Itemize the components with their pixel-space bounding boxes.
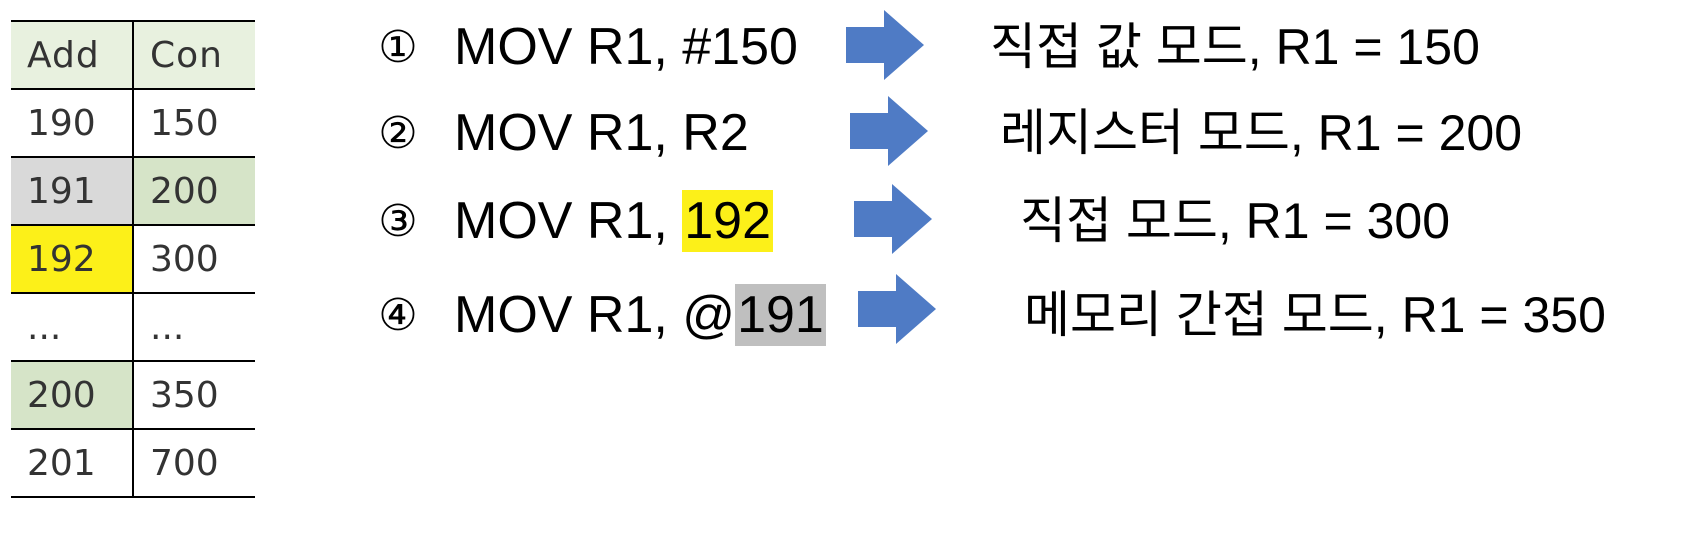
table-row: 200 350 — [11, 360, 255, 430]
content-cell: 300 — [133, 224, 255, 294]
address-cell: 200 — [11, 360, 134, 430]
instruction-result: 직접 값 모드, R1 = 150 — [990, 19, 1480, 75]
instruction-opcode: MOV R1, — [454, 192, 683, 250]
address-cell: 192 — [11, 224, 134, 294]
instruction-result: 레지스터 모드, R1 = 200 — [1000, 105, 1522, 161]
content-cell: 700 — [133, 428, 255, 498]
arrow-right-icon — [846, 10, 924, 80]
address-cell: ... — [11, 292, 134, 362]
instruction-opcode: MOV R1, — [454, 18, 683, 76]
instruction-code: MOV R1, R2 — [454, 100, 749, 166]
instruction-opcode: MOV R1, — [454, 104, 683, 162]
instruction-row-3: ③ MOV R1, 192 직접 모드, R1 = 300 — [372, 182, 1672, 262]
instruction-row-2: ② MOV R1, R2 레지스터 모드, R1 = 200 — [372, 94, 1672, 174]
content-cell: 150 — [133, 88, 255, 158]
table-row: 190 150 — [11, 88, 255, 158]
instruction-number: ① — [378, 22, 418, 73]
instruction-result: 직접 모드, R1 = 300 — [1020, 193, 1450, 249]
address-cell: 190 — [11, 88, 134, 158]
instruction-number: ④ — [378, 290, 418, 341]
address-cell: 201 — [11, 428, 134, 498]
instruction-code: MOV R1, #150 — [454, 14, 798, 80]
instruction-number: ③ — [378, 196, 418, 247]
instruction-operand: 192 — [682, 190, 774, 252]
instruction-opcode: MOV R1, @ — [454, 286, 736, 344]
content-cell: ... — [133, 292, 255, 362]
table-row: 192 300 — [11, 224, 255, 294]
instruction-number: ② — [378, 108, 418, 159]
content-cell: 200 — [133, 156, 255, 226]
instruction-operand: R2 — [682, 104, 749, 162]
header-address: Add — [11, 20, 134, 90]
instruction-code: MOV R1, 192 — [454, 188, 774, 254]
arrow-right-icon — [850, 96, 928, 166]
address-cell: 191 — [11, 156, 134, 226]
instruction-code: MOV R1, @191 — [454, 282, 826, 348]
table-row: ... ... — [11, 292, 255, 362]
instruction-operand: 191 — [735, 284, 826, 346]
memory-table: Add Con 190 150 191 200 192 300 ... ... … — [11, 20, 255, 498]
arrow-right-icon — [858, 274, 936, 344]
content-cell: 350 — [133, 360, 255, 430]
table-row: 201 700 — [11, 428, 255, 498]
arrow-right-icon — [854, 184, 932, 254]
header-content: Con — [133, 20, 255, 90]
instruction-result: 메모리 간접 모드, R1 = 350 — [1024, 287, 1606, 343]
instruction-row-4: ④ MOV R1, @191 메모리 간접 모드, R1 = 350 — [372, 274, 1672, 356]
table-header-row: Add Con — [11, 20, 255, 90]
instruction-row-1: ① MOV R1, #150 직접 값 모드, R1 = 150 — [372, 8, 1672, 88]
instruction-operand: #150 — [682, 18, 798, 76]
table-row: 191 200 — [11, 156, 255, 226]
